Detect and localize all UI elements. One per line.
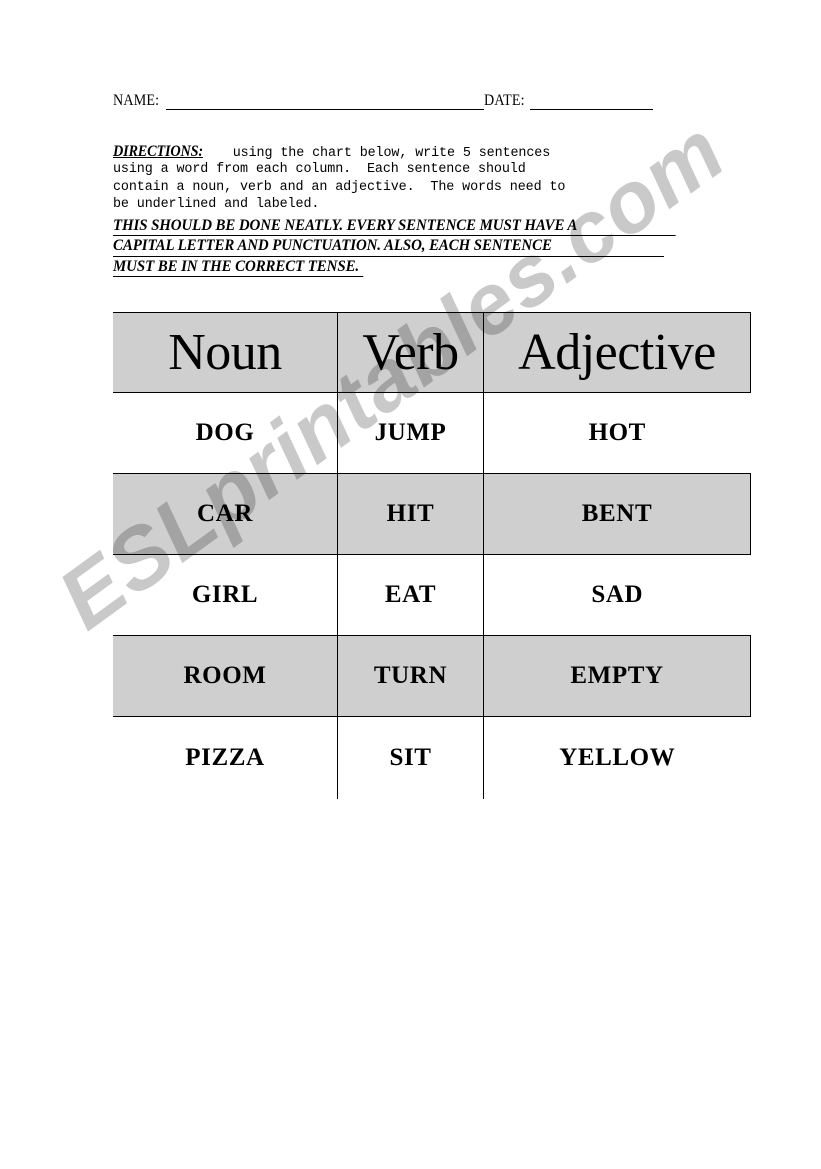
table-header-row: Noun Verb Adjective bbox=[113, 312, 751, 393]
column-header-noun: Noun bbox=[113, 312, 338, 393]
directions-line1-text: using the chart below, write 5 sentences bbox=[232, 146, 551, 161]
table-row: PIZZA SIT YELLOW bbox=[113, 716, 751, 799]
cell-noun: CAR bbox=[113, 473, 338, 555]
cell-noun: PIZZA bbox=[113, 716, 338, 799]
cell-noun: ROOM bbox=[113, 635, 338, 717]
directions-emphasis-block: THIS SHOULD BE DONE NEATLY. EVERY SENTEN… bbox=[113, 216, 713, 278]
column-header-adjective: Adjective bbox=[483, 312, 751, 393]
emphasis-line-1: THIS SHOULD BE DONE NEATLY. EVERY SENTEN… bbox=[113, 216, 713, 237]
cell-verb: HIT bbox=[337, 473, 484, 555]
name-label: NAME: bbox=[113, 92, 160, 109]
emphasis-line-2: CAPITAL LETTER AND PUNCTUATION. ALSO, EA… bbox=[113, 236, 713, 257]
worksheet-page: NAME: DATE: DIRECTIONS: using the chart be… bbox=[0, 0, 821, 1169]
name-date-line: NAME: DATE: bbox=[113, 92, 713, 118]
cell-verb: JUMP bbox=[337, 392, 484, 474]
column-header-verb: Verb bbox=[337, 312, 484, 393]
directions-heading: DIRECTIONS: bbox=[113, 143, 203, 160]
word-chart-table: Noun Verb Adjective DOG JUMP HOT CAR HIT… bbox=[113, 312, 751, 799]
name-blank-rule bbox=[165, 94, 484, 110]
date-label: DATE: bbox=[483, 92, 525, 109]
directions-body-text: using a word from each column. Each sent… bbox=[113, 162, 566, 213]
emphasis-line-3: MUST BE IN THE CORRECT TENSE. bbox=[113, 257, 713, 278]
table-row: DOG JUMP HOT bbox=[113, 392, 751, 474]
cell-verb: SIT bbox=[337, 716, 484, 799]
date-blank-rule bbox=[529, 94, 653, 110]
cell-adjective: EMPTY bbox=[483, 635, 751, 717]
cell-noun: GIRL bbox=[113, 554, 338, 636]
cell-verb: EAT bbox=[337, 554, 484, 636]
cell-verb: TURN bbox=[337, 635, 484, 717]
cell-adjective: SAD bbox=[483, 554, 751, 636]
directions-block: DIRECTIONS: using the chart below, write … bbox=[113, 143, 713, 278]
table-row: ROOM TURN EMPTY bbox=[113, 635, 751, 717]
cell-adjective: HOT bbox=[483, 392, 751, 474]
cell-adjective: BENT bbox=[483, 473, 751, 555]
table-row: GIRL EAT SAD bbox=[113, 554, 751, 636]
directions-first-line: DIRECTIONS: using the chart below, write … bbox=[113, 143, 713, 161]
cell-noun: DOG bbox=[113, 392, 338, 474]
cell-adjective: YELLOW bbox=[483, 716, 751, 799]
table-row: CAR HIT BENT bbox=[113, 473, 751, 555]
